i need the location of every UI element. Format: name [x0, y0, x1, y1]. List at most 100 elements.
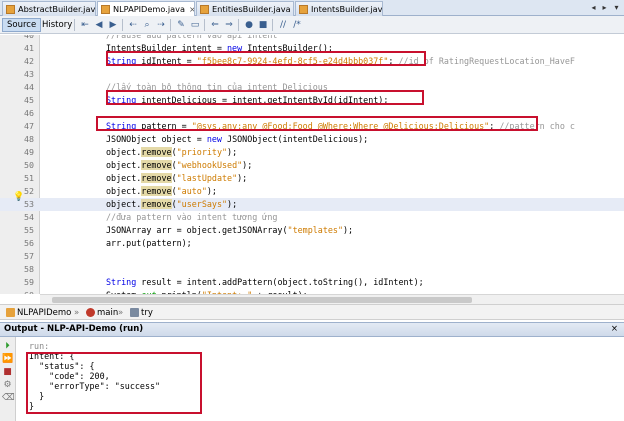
start-macro-icon[interactable]: ● — [243, 19, 255, 31]
stop-macro-icon[interactable]: ■ — [257, 19, 269, 31]
line-number: 59 — [24, 277, 34, 287]
debug-icon[interactable]: ⚙ — [2, 380, 13, 391]
close-icon[interactable]: × — [189, 5, 194, 14]
back-icon[interactable]: ◀ — [93, 19, 105, 31]
code-line[interactable]: 51 object.remove("lastUpdate"); — [0, 172, 624, 185]
line-number: 40 — [24, 35, 34, 40]
forward-icon[interactable]: ▶ — [107, 19, 119, 31]
find-previous-icon[interactable]: ⇠ — [127, 19, 139, 31]
shift-left-icon[interactable]: ⇐ — [209, 19, 221, 31]
highlight-box-idintent — [106, 51, 426, 66]
output-console[interactable]: run: Intent: { "status": { "code": 200, "… — [17, 337, 624, 421]
last-edit-icon[interactable]: ⇤ — [79, 19, 91, 31]
editor-toolbar: Source History ⇤ ◀ ▶ ⇠ ⌕ ⇢ ✎ ▭ ⇐ ⇒ ● ■ /… — [0, 16, 624, 34]
toolbar-separator — [272, 19, 273, 31]
source-button[interactable]: Source — [2, 18, 42, 32]
code-line[interactable]: 50 object.remove("webhookUsed"); — [0, 159, 624, 172]
highlight-box-intent-delicious — [106, 90, 424, 105]
toolbar-separator — [122, 19, 123, 31]
toolbar-separator — [170, 19, 171, 31]
line-number: 54 — [24, 212, 34, 222]
breadcrumb-separator-icon: » — [118, 308, 124, 318]
code-line[interactable]: 43 — [0, 68, 624, 81]
line-number: 57 — [24, 251, 34, 261]
code-line[interactable]: 59 String result = intent.addPattern(obje… — [0, 276, 624, 289]
code-line[interactable]: 57 — [0, 250, 624, 263]
line-number: 49 — [24, 147, 34, 157]
close-icon[interactable]: × — [611, 323, 618, 336]
tab-nlpapidemo[interactable]: NLPAPIDemo.java × — [97, 1, 195, 16]
code-line[interactable]: 52 object.remove("auto"); — [0, 185, 624, 198]
comment-icon[interactable]: // — [277, 19, 289, 31]
breadcrumb-method[interactable]: main — [86, 307, 118, 319]
code-editor[interactable]: 40//Pause auu pattern vao api intent 41 In… — [0, 35, 624, 294]
code-text: String result = intent.addPattern(object… — [106, 277, 424, 287]
line-number: 48 — [24, 134, 34, 144]
toolbar-separator — [74, 19, 75, 31]
highlight-box-pattern — [96, 116, 538, 131]
output-toolbar: ⏵ ⏩ ■ ⚙ ⌫ — [0, 337, 16, 421]
code-text: object.remove("lastUpdate"); — [106, 173, 248, 183]
output-line: run: — [29, 341, 50, 351]
line-number: 55 — [24, 225, 34, 235]
scroll-left-icon[interactable]: ◂ — [588, 2, 599, 14]
code-line[interactable]: 53 object.remove("userSays"); — [0, 198, 624, 211]
breadcrumb-separator-icon: » — [74, 308, 80, 318]
line-number: 44 — [24, 82, 34, 92]
code-line[interactable]: 49 object.remove("priority"); — [0, 146, 624, 159]
toggle-highlight-icon[interactable]: ✎ — [175, 19, 187, 31]
lightbulb-hint-icon[interactable]: 💡 — [13, 192, 24, 203]
tab-label: AbstractBuilder.java — [18, 4, 96, 14]
line-number: 45 — [24, 95, 34, 105]
line-number: 58 — [24, 264, 34, 274]
breadcrumb-class[interactable]: NLPAPIDemo — [6, 307, 71, 319]
breadcrumb-label: try — [141, 308, 153, 318]
uncomment-icon[interactable]: /* — [291, 19, 303, 31]
code-text: //đưa pattern vào intent tương ứng — [106, 212, 278, 222]
tab-label: NLPAPIDemo.java — [113, 4, 185, 14]
line-number: 50 — [24, 160, 34, 170]
scroll-right-icon[interactable]: ▸ — [599, 2, 610, 14]
java-file-icon — [101, 4, 110, 14]
code-line[interactable]: 40 //Pause auu pattern vao api intent — [0, 35, 624, 42]
line-number: 60 — [0, 289, 34, 294]
scrollbar-thumb[interactable] — [52, 297, 472, 303]
tab-entities-builder[interactable]: EntitiesBuilder.java × — [196, 1, 294, 16]
code-line[interactable]: 54 //đưa pattern vào intent tương ứng — [0, 211, 624, 224]
java-file-icon — [200, 4, 209, 14]
code-line[interactable]: 58 — [0, 263, 624, 276]
tab-label: EntitiesBuilder.java — [212, 4, 291, 14]
line-number: 43 — [24, 69, 34, 79]
code-line[interactable]: 56 arr.put(pattern); — [0, 237, 624, 250]
code-text: object.remove("auto"); — [106, 186, 217, 196]
breadcrumb: NLPAPIDemo » main » try — [0, 304, 624, 320]
find-selection-icon[interactable]: ⌕ — [141, 19, 153, 31]
stop-icon[interactable]: ■ — [2, 367, 13, 378]
toolbar-separator — [204, 19, 205, 31]
breadcrumb-label: NLPAPIDemo — [17, 308, 72, 318]
line-number: 42 — [24, 56, 34, 66]
rerun-with-params-icon[interactable]: ⏩ — [2, 354, 13, 365]
breadcrumb-block[interactable]: try — [130, 307, 153, 319]
block-icon — [130, 308, 139, 317]
find-next-icon[interactable]: ⇢ — [155, 19, 167, 31]
tab-label: IntentsBuilder.java — [311, 4, 383, 14]
shift-right-icon[interactable]: ⇒ — [223, 19, 235, 31]
tab-intents-builder[interactable]: IntentsBuilder.java × — [295, 1, 383, 16]
line-number: 41 — [24, 43, 34, 53]
tab-abstract-builder[interactable]: AbstractBuilder.java × — [2, 1, 96, 16]
toggle-rect-selection-icon[interactable]: ▭ — [189, 19, 201, 31]
clear-icon[interactable]: ⌫ — [2, 393, 15, 404]
code-text: object.remove("webhookUsed"); — [106, 160, 253, 170]
output-window-title: Output - NLP-API-Demo (run) × — [0, 322, 624, 337]
history-button[interactable]: History — [37, 18, 77, 32]
rerun-icon[interactable]: ⏵ — [2, 341, 13, 352]
code-text: object.remove("userSays"); — [106, 199, 238, 209]
code-line[interactable]: 55 JSONArray arr = object.getJSONArray("t… — [0, 224, 624, 237]
code-line[interactable]: 48 JSONObject object = new JSONObject(int… — [0, 133, 624, 146]
horizontal-scrollbar[interactable] — [40, 294, 624, 304]
code-text: object.remove("priority"); — [106, 147, 238, 157]
code-text: JSONArray arr = object.getJSONArray("tem… — [106, 225, 354, 235]
code-text: //Pause auu pattern vao api intent — [106, 35, 278, 40]
window-list-icon[interactable]: ▾ — [611, 2, 622, 14]
